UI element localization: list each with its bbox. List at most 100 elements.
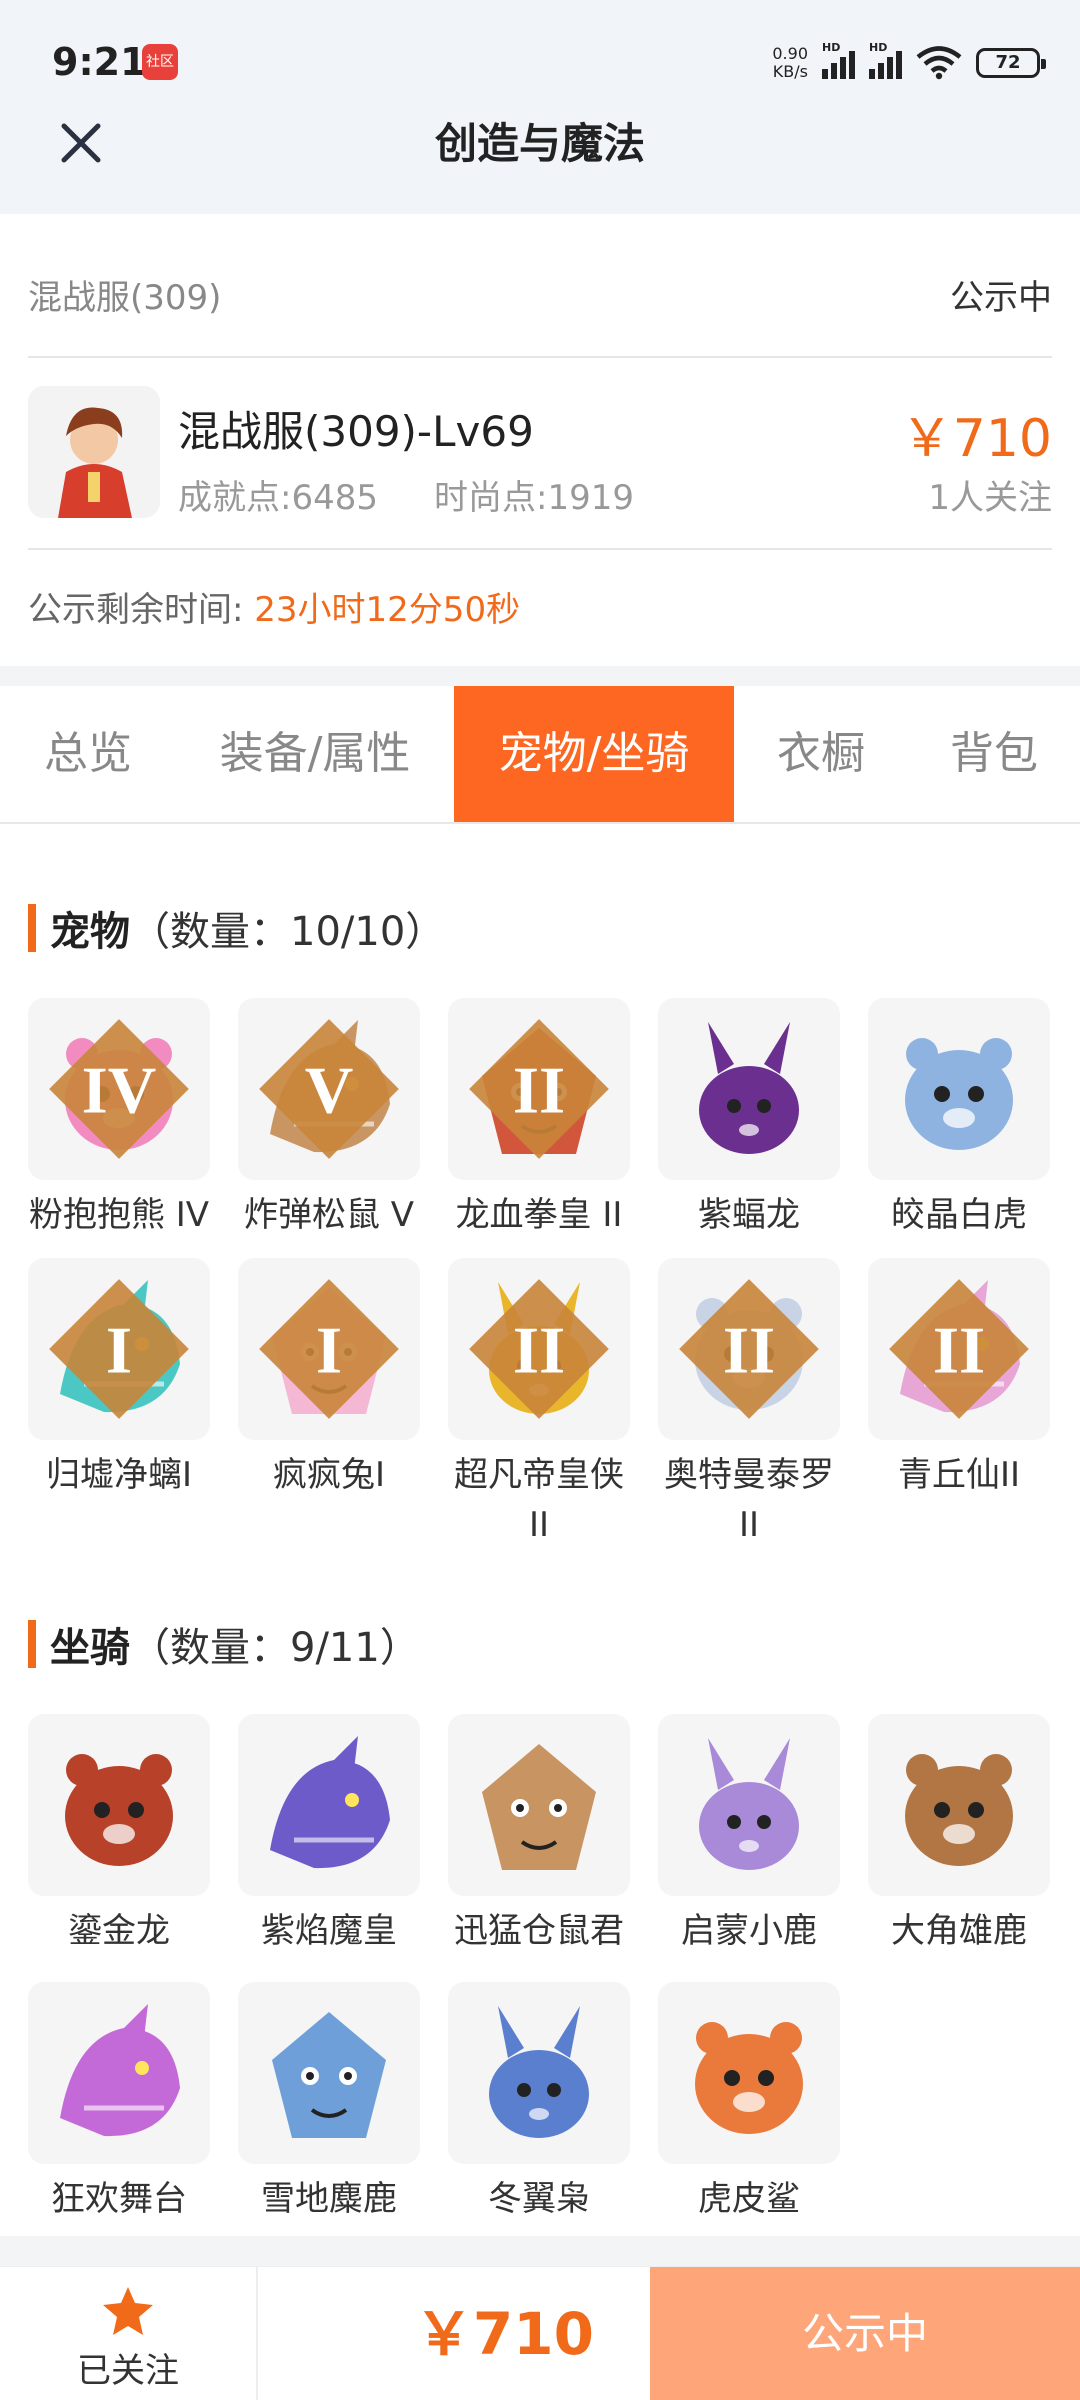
pet-thumbnail: II xyxy=(868,1258,1050,1440)
mount-item[interactable]: 雪地麋鹿 xyxy=(238,1982,420,2224)
mounts-count: （数量：9/11） xyxy=(130,1625,420,1671)
mount-thumbnail xyxy=(868,1714,1050,1896)
tab-backpack[interactable]: 背包 xyxy=(908,686,1080,822)
avatar xyxy=(28,386,160,518)
status-time: 9:21 xyxy=(52,40,147,84)
mount-item[interactable]: 虎皮鲨 xyxy=(658,1982,840,2224)
pet-thumbnail xyxy=(658,998,840,1180)
mount-item[interactable]: 狂欢舞台 xyxy=(28,1982,210,2224)
pet-thumbnail: II xyxy=(658,1258,840,1440)
svg-text:II: II xyxy=(933,1312,985,1387)
role-stats: 成就点:6485 时尚点:1919 xyxy=(178,470,634,519)
role-name: 混战服(309)-Lv69 xyxy=(178,407,534,456)
pets-grid: IV 粉抱抱熊 IV V 炸弹松鼠 V II 龙血拳皇 II 紫蝠龙 皎晶白虎 I 归墟净螭I I 疯… xyxy=(28,998,1052,1550)
bottom-price: ￥710 xyxy=(414,2300,594,2368)
mount-thumbnail xyxy=(658,1982,840,2164)
svg-text:IV: IV xyxy=(82,1052,157,1127)
pet-name: 紫蝠龙 xyxy=(698,1195,800,1235)
mount-thumbnail xyxy=(238,1714,420,1896)
pet-name: 奥特曼泰罗II xyxy=(664,1455,834,1545)
mount-thumbnail xyxy=(28,1714,210,1896)
svg-text:V: V xyxy=(305,1052,354,1127)
pet-name: 皎晶白虎 xyxy=(891,1195,1027,1235)
signal-hd-label-2: HD xyxy=(869,41,888,54)
pets-title: 宠物 xyxy=(50,909,130,955)
mount-thumbnail xyxy=(448,1982,630,2164)
achievement-points: 成就点:6485 xyxy=(178,478,378,518)
mount-name: 冬翼枭 xyxy=(488,2179,590,2219)
pet-thumbnail: II xyxy=(448,1258,630,1440)
mount-name: 紫焰魔皇 xyxy=(261,1911,397,1951)
mount-item[interactable]: 冬翼枭 xyxy=(448,1982,630,2224)
level-badge-icon: II xyxy=(679,1279,819,1419)
pet-item[interactable]: V 炸弹松鼠 V xyxy=(238,998,420,1240)
pet-item[interactable]: 紫蝠龙 xyxy=(658,998,840,1240)
mount-name: 虎皮鲨 xyxy=(698,2179,800,2219)
svg-text:II: II xyxy=(723,1312,775,1387)
svg-text:I: I xyxy=(106,1312,132,1387)
bottom-divider xyxy=(0,2236,1080,2266)
status-action-button[interactable]: 公示中 xyxy=(650,2267,1080,2400)
pet-item[interactable]: II 青丘仙II xyxy=(868,1258,1050,1550)
section-marker xyxy=(28,904,36,952)
mount-thumbnail xyxy=(658,1714,840,1896)
mount-item[interactable]: 迅猛仓鼠君 xyxy=(448,1714,630,1956)
pet-thumbnail: II xyxy=(448,998,630,1180)
follow-button[interactable]: 已关注 xyxy=(0,2267,258,2400)
tab-wardrobe[interactable]: 衣橱 xyxy=(734,686,908,822)
pet-item[interactable]: 皎晶白虎 xyxy=(868,998,1050,1240)
pet-name: 超凡帝皇侠II xyxy=(454,1455,624,1545)
section-divider xyxy=(0,666,1080,686)
tab-overview[interactable]: 总览 xyxy=(0,686,176,822)
pets-section-header: 宠物 （数量：10/10） xyxy=(28,898,445,958)
pet-name: 炸弹松鼠 V xyxy=(243,1195,415,1235)
mount-name: 雪地麋鹿 xyxy=(261,2179,397,2219)
follower-count: 1人关注 xyxy=(928,478,1052,518)
role-summary[interactable]: 混战服(309)-Lv69 成就点:6485 时尚点:1919 ￥710 1人关… xyxy=(28,360,1052,550)
pet-name: 粉抱抱熊 IV xyxy=(28,1195,210,1235)
follow-label: 已关注 xyxy=(77,2351,179,2391)
pet-name: 疯疯兔I xyxy=(272,1455,386,1495)
mount-name: 启蒙小鹿 xyxy=(681,1911,817,1951)
status-bar: 9:21 社区 0.90 KB/s HD HD 72 xyxy=(0,0,1080,120)
pet-item[interactable]: II 奥特曼泰罗II xyxy=(658,1258,840,1550)
pet-name: 归墟净螭I xyxy=(45,1455,193,1495)
signal-hd-label: HD xyxy=(822,41,841,54)
level-badge-icon: I xyxy=(259,1279,399,1419)
pet-thumbnail xyxy=(868,998,1050,1180)
tab-bar: 总览 装备/属性 宠物/坐骑 衣橱 背包 xyxy=(0,686,1080,824)
svg-text:I: I xyxy=(316,1312,342,1387)
fashion-points: 时尚点:1919 xyxy=(433,478,634,518)
mounts-section-header: 坐骑 （数量：9/11） xyxy=(28,1614,420,1674)
server-row: 混战服(309) 公示中 xyxy=(28,214,1052,358)
tab-equipment[interactable]: 装备/属性 xyxy=(176,686,454,822)
pet-thumbnail: IV xyxy=(28,998,210,1180)
countdown-value: 23小时12分50秒 xyxy=(254,590,521,630)
pet-item[interactable]: II 龙血拳皇 II xyxy=(448,998,630,1240)
listing-price: ￥710 xyxy=(900,409,1052,469)
pet-item[interactable]: IV 粉抱抱熊 IV xyxy=(28,998,210,1240)
level-badge-icon: IV xyxy=(49,1019,189,1159)
listing-status: 公示中 xyxy=(950,278,1052,318)
mounts-grid: 鎏金龙 紫焰魔皇 迅猛仓鼠君 启蒙小鹿 大角雄鹿狂欢舞台 雪地麋鹿 冬翼枭 虎皮鲨 xyxy=(28,1714,1052,2224)
mounts-title: 坐骑 xyxy=(50,1625,130,1671)
pet-item[interactable]: I 归墟净螭I xyxy=(28,1258,210,1550)
pet-item[interactable]: I 疯疯兔I xyxy=(238,1258,420,1550)
page-title: 创造与魔法 xyxy=(434,119,645,168)
mount-item[interactable]: 紫焰魔皇 xyxy=(238,1714,420,1956)
tab-pets-mounts[interactable]: 宠物/坐骑 xyxy=(454,686,734,822)
mount-item[interactable]: 启蒙小鹿 xyxy=(658,1714,840,1956)
mount-item[interactable]: 鎏金龙 xyxy=(28,1714,210,1956)
network-speed-unit: KB/s xyxy=(772,62,808,81)
pet-name: 龙血拳皇 II xyxy=(455,1195,623,1235)
wifi-icon xyxy=(916,46,962,80)
mount-name: 狂欢舞台 xyxy=(51,2179,187,2219)
network-speed-value: 0.90 xyxy=(772,44,808,63)
level-badge-icon: I xyxy=(49,1279,189,1419)
top-bar: 9:21 社区 0.90 KB/s HD HD 72 创造与魔法 xyxy=(0,0,1080,214)
svg-text:II: II xyxy=(513,1052,565,1127)
mount-item[interactable]: 大角雄鹿 xyxy=(868,1714,1050,1956)
server-label: 混战服(309) xyxy=(28,278,222,318)
pet-item[interactable]: II 超凡帝皇侠II xyxy=(448,1258,630,1550)
pet-thumbnail: V xyxy=(238,998,420,1180)
